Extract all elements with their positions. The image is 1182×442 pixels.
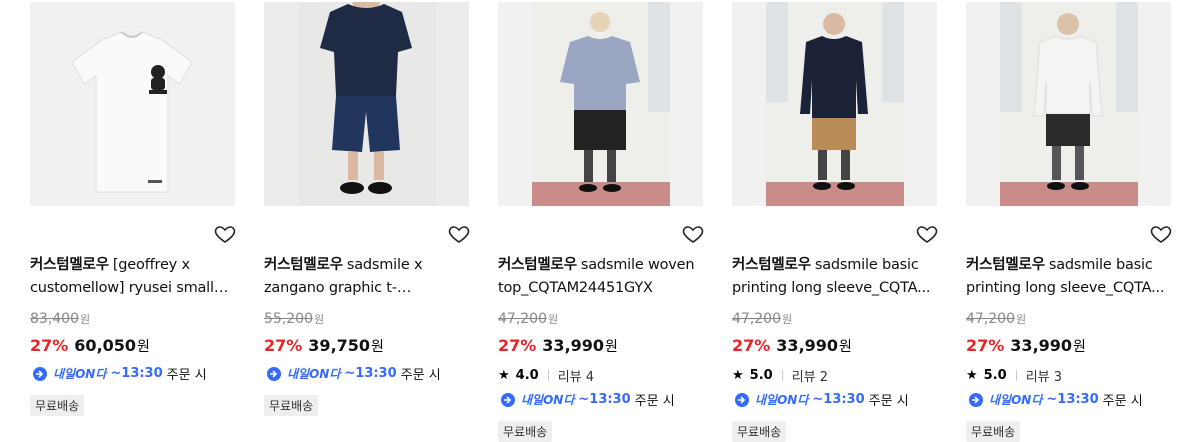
sale-price: 39,750	[308, 336, 371, 355]
product-title[interactable]: 커스텀멜로우 sadsmile basic printing long sleev…	[732, 254, 942, 300]
rating-value: 4.0	[515, 368, 539, 383]
free-shipping-badge: 무료배송	[966, 421, 1021, 442]
delivery-info: 내일ON다 ~13:30 주문 시	[30, 364, 207, 383]
free-shipping-badge: 무료배송	[498, 421, 553, 442]
divider	[547, 370, 549, 381]
delivery-info: 내일ON다 ~13:30 주문 시	[498, 390, 675, 409]
wishlist-heart-icon[interactable]	[213, 222, 237, 246]
wishlist-heart-icon[interactable]	[447, 222, 471, 246]
delivery-info: 내일ON다 ~13:30 주문 시	[264, 364, 441, 383]
original-price: 47,200원	[966, 311, 1027, 327]
wishlist-heart-icon[interactable]	[1149, 222, 1173, 246]
divider	[1015, 370, 1017, 381]
brand-name: 커스텀멜로우	[498, 257, 577, 273]
brand-name: 커스텀멜로우	[966, 257, 1045, 273]
delivery-truck-icon	[735, 392, 749, 407]
product-image-white-tshirt[interactable]	[30, 2, 235, 206]
sale-price: 33,990	[542, 336, 605, 355]
discount-rate: 27%	[498, 336, 537, 355]
discount-rate: 27%	[966, 336, 1005, 355]
rating-value: 5.0	[983, 368, 1007, 383]
product-image-model-white-long-sleeve[interactable]	[966, 2, 1171, 206]
product-title[interactable]: 커스텀멜로우 sadsmile basic printing long sleev…	[966, 254, 1176, 300]
delivery-info: 내일ON다 ~13:30 주문 시	[732, 390, 909, 409]
sale-price-row: 27% 33,990원	[498, 336, 618, 355]
rating-row: ★ 5.0 리뷰 3	[966, 366, 1062, 385]
sale-price: 60,050	[74, 336, 137, 355]
wishlist-heart-icon[interactable]	[915, 222, 939, 246]
delivery-truck-icon	[267, 366, 281, 381]
rating-row: ★ 4.0 리뷰 4	[498, 366, 594, 385]
product-title[interactable]: 커스텀멜로우 [geoffrey x customellow] ryusei sm…	[30, 254, 240, 300]
product-title[interactable]: 커스텀멜로우 sadsmile woven top_CQTAM24451GYX	[498, 254, 708, 300]
original-price: 47,200원	[498, 311, 559, 327]
review-count: 리뷰 4	[557, 370, 595, 385]
original-price: 55,200원	[264, 311, 325, 327]
rating-row: ★ 5.0 리뷰 2	[732, 366, 828, 385]
free-shipping-badge: 무료배송	[30, 395, 85, 416]
delivery-info: 내일ON다 ~13:30 주문 시	[966, 390, 1143, 409]
sale-price: 33,990	[1010, 336, 1073, 355]
product-card[interactable]: 커스텀멜로우sadsmile x zangano graphic t-shirt…	[264, 0, 471, 441]
review-count: 리뷰 3	[1025, 370, 1063, 385]
delivery-truck-icon	[501, 392, 515, 407]
product-card[interactable]: 커스텀멜로우 sadsmile woven top_CQTAM24451GYX 4…	[498, 0, 705, 442]
brand-name: 커스텀멜로우	[732, 257, 811, 273]
star-icon: ★	[498, 368, 510, 383]
product-card[interactable]: 커스텀멜로우 sadsmile basic printing long sleev…	[732, 0, 939, 442]
discount-rate: 27%	[732, 336, 771, 355]
discount-rate: 27%	[264, 336, 303, 355]
product-image-model-woven-top[interactable]	[498, 2, 703, 206]
brand-name: 커스텀멜로우	[30, 257, 109, 273]
sale-price-row: 27% 33,990원	[966, 336, 1086, 355]
discount-rate: 27%	[30, 336, 69, 355]
original-price: 47,200원	[732, 311, 793, 327]
star-icon: ★	[732, 368, 744, 383]
original-price: 83,400원	[30, 311, 91, 327]
delivery-truck-icon	[33, 366, 47, 381]
star-icon: ★	[966, 368, 978, 383]
sale-price: 33,990	[776, 336, 839, 355]
sale-price-row: 27% 33,990원	[732, 336, 852, 355]
wishlist-heart-icon[interactable]	[681, 222, 705, 246]
review-count: 리뷰 2	[791, 370, 829, 385]
divider	[781, 370, 783, 381]
product-image-model-navy-long-sleeve[interactable]	[732, 2, 937, 206]
brand-name: 커스텀멜로우	[264, 257, 343, 273]
free-shipping-badge: 무료배송	[732, 421, 787, 442]
product-card[interactable]: 커스텀멜로우 sadsmile basic printing long sleev…	[966, 0, 1173, 442]
free-shipping-badge: 무료배송	[264, 395, 319, 416]
delivery-truck-icon	[969, 392, 983, 407]
product-title[interactable]: 커스텀멜로우sadsmile x zangano graphic t-shirt…	[264, 254, 474, 300]
product-image-model-navy-tshirt[interactable]	[264, 2, 469, 206]
sale-price-row: 27% 60,050원	[30, 336, 150, 355]
sale-price-row: 27% 39,750원	[264, 336, 384, 355]
product-card[interactable]: 커스텀멜로우 [geoffrey x customellow] ryusei sm…	[30, 0, 237, 441]
rating-value: 5.0	[749, 368, 773, 383]
